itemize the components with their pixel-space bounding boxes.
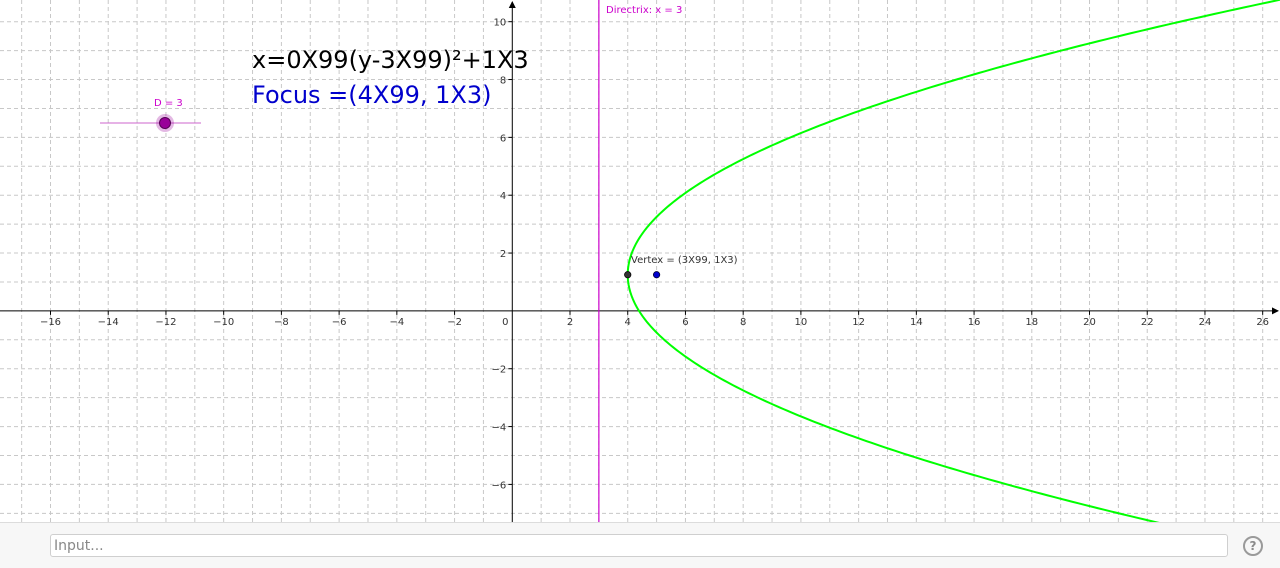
algebra-input-field[interactable] xyxy=(50,534,1228,557)
x-tick-label: −14 xyxy=(98,317,119,328)
input-bar: ? xyxy=(0,522,1280,568)
slider-handle[interactable] xyxy=(159,117,171,129)
x-tick-label: 0 xyxy=(502,317,508,328)
y-tick-label: −6 xyxy=(492,480,507,491)
slider-label: D = 3 xyxy=(154,98,183,109)
x-tick-label: 20 xyxy=(1083,317,1096,328)
x-tick-label: 14 xyxy=(910,317,923,328)
y-tick-label: 8 xyxy=(500,76,506,87)
x-tick-label: 10 xyxy=(795,317,808,328)
x-tick-label: 24 xyxy=(1199,317,1212,328)
vertex-point[interactable] xyxy=(624,271,632,279)
vertex-label: Vertex = (3X99, 1X3) xyxy=(631,255,738,266)
x-axis-ticks: −16 −14 −12 −10 −8 −6 −4 −2 0 2 4 6 8 10 12 14 16 18 20 22 2… xyxy=(40,310,1269,328)
y-tick-label: 6 xyxy=(500,133,506,144)
y-tick-label: −4 xyxy=(492,423,507,434)
y-tick-label: 2 xyxy=(500,249,506,260)
x-tick-label: 6 xyxy=(682,317,688,328)
x-tick-label: 18 xyxy=(1025,317,1038,328)
y-axis-ticks: 10 8 6 4 2 −2 −4 −6 xyxy=(492,18,513,491)
x-tick-label: 4 xyxy=(625,317,631,328)
parabola-equation-text: x=0X99(y-3X99)²+1X3 xyxy=(252,46,529,74)
question-mark-icon: ? xyxy=(1249,539,1257,553)
help-button[interactable]: ? xyxy=(1243,536,1263,556)
focus-point[interactable] xyxy=(652,271,661,279)
x-tick-label: 8 xyxy=(740,317,746,328)
y-axis-arrow-icon xyxy=(508,1,516,8)
x-tick-label: 26 xyxy=(1256,317,1269,328)
x-tick-label: −10 xyxy=(213,317,234,328)
x-tick-label: 12 xyxy=(852,317,865,328)
x-tick-label: 2 xyxy=(567,317,573,328)
x-tick-label: −12 xyxy=(155,317,176,328)
focus-coordinates-text: Focus =(4X99, 1X3) xyxy=(252,81,492,109)
y-tick-label: −2 xyxy=(492,365,507,376)
x-axis-arrow-icon xyxy=(1272,307,1279,315)
graphics-view[interactable]: −16 −14 −12 −10 −8 −6 −4 −2 0 2 4 6 8 10 12 14 16 18 20 22 2… xyxy=(0,0,1280,522)
x-tick-label: −2 xyxy=(447,317,462,328)
y-tick-label: 4 xyxy=(500,191,506,202)
directrix-label: Directrix: x = 3 xyxy=(606,5,683,16)
y-tick-label: 10 xyxy=(494,18,507,29)
x-tick-label: −16 xyxy=(40,317,61,328)
x-tick-label: 22 xyxy=(1141,317,1154,328)
x-tick-label: −6 xyxy=(332,317,347,328)
x-tick-label: −4 xyxy=(389,317,404,328)
x-tick-label: −8 xyxy=(274,317,289,328)
x-tick-label: 16 xyxy=(968,317,981,328)
